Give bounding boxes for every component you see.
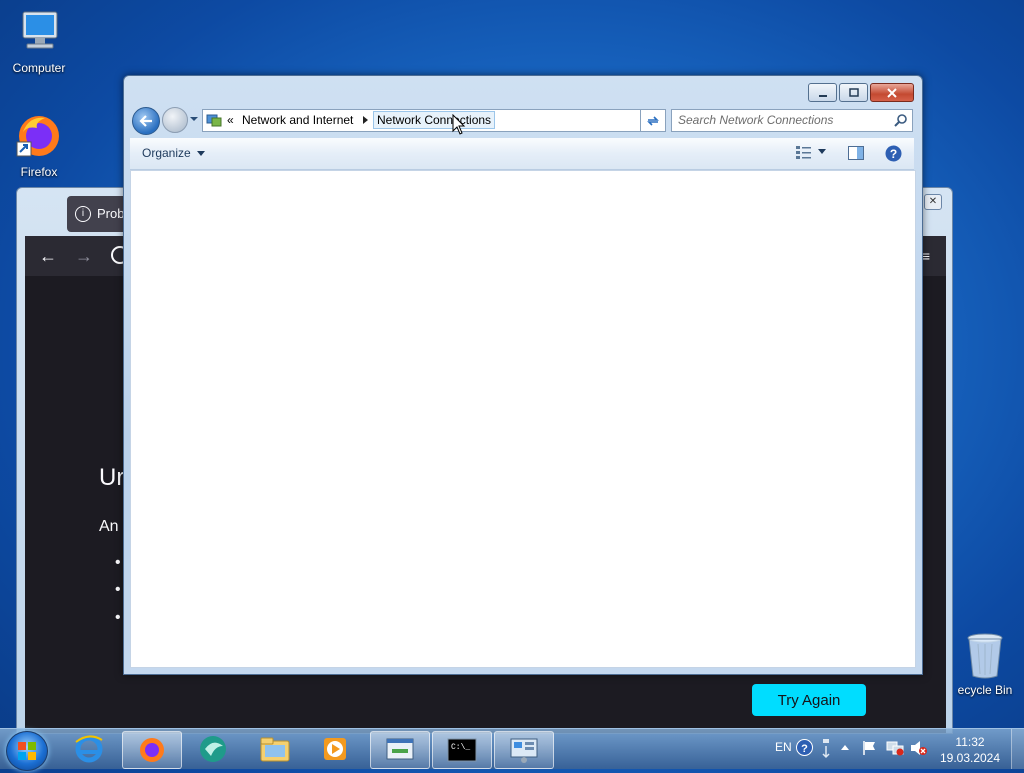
start-button[interactable] [6, 731, 48, 771]
volume-muted-icon[interactable] [910, 740, 928, 756]
breadcrumb-network-connections[interactable]: Network Connections [373, 111, 496, 129]
taskbar: C:\_ EN ? 11:32 19.03.2024 [0, 728, 1024, 771]
address-bar[interactable]: « Network and Internet Network Connectio… [202, 109, 666, 132]
desktop-icon-label: Computer [12, 61, 66, 75]
chevron-down-icon[interactable] [189, 114, 199, 124]
network-folder-icon [206, 114, 222, 127]
list-item: • [115, 554, 121, 571]
close-icon[interactable]: ✕ [924, 194, 942, 210]
chevron-down-icon [818, 149, 826, 154]
internet-explorer-icon [75, 735, 103, 763]
desktop-icon-firefox[interactable]: Firefox [0, 112, 78, 179]
taskbar-network-window[interactable] [370, 731, 430, 769]
svg-text:?: ? [890, 147, 897, 161]
desktop-icon-computer[interactable]: Computer [0, 10, 78, 75]
folder-icon [260, 737, 290, 762]
command-prompt-icon: C:\_ [447, 738, 477, 762]
desktop-icon-label: ecycle Bin [957, 683, 1013, 697]
taskbar-media-player[interactable] [306, 731, 364, 767]
notification-text: Prob [97, 206, 125, 221]
taskbar-internet-explorer[interactable] [60, 731, 118, 767]
firefox-icon [0, 112, 78, 163]
firefox-icon [140, 738, 164, 762]
mouse-cursor-icon [452, 114, 466, 135]
desktop-icon-label: Firefox [20, 165, 58, 179]
svg-text:C:\_: C:\_ [451, 743, 470, 752]
control-panel-icon [510, 738, 538, 763]
forward-button[interactable] [162, 107, 188, 133]
help-icon[interactable]: ? [796, 739, 813, 756]
clock-time: 11:32 [955, 735, 985, 749]
error-heading: Ur [99, 464, 125, 491]
network-disconnected-icon[interactable] [886, 740, 904, 756]
help-button[interactable]: ? [885, 145, 902, 165]
action-center-flag-icon[interactable] [862, 740, 878, 756]
desktop-icon-recycle-bin[interactable]: ecycle Bin [945, 632, 1024, 697]
minimize-button[interactable] [808, 83, 837, 102]
search-input[interactable] [678, 112, 883, 128]
minimize-icon [818, 94, 827, 97]
refresh-icon [647, 115, 659, 126]
show-desktop-button[interactable] [1011, 729, 1024, 769]
clock[interactable]: 11:32 19.03.2024 [938, 734, 1002, 766]
refresh-button[interactable] [640, 109, 666, 132]
taskbar-file-explorer[interactable] [246, 731, 304, 767]
organize-label: Organize [142, 146, 191, 160]
maximize-button[interactable] [839, 83, 868, 102]
network-window-icon [386, 738, 414, 760]
preview-pane-icon [848, 146, 864, 160]
computer-icon [0, 10, 78, 59]
back-icon[interactable]: ← [39, 246, 57, 267]
try-again-button[interactable]: Try Again [752, 684, 866, 716]
change-view-button[interactable] [796, 145, 826, 159]
close-button[interactable] [870, 83, 914, 102]
taskbar-command-prompt[interactable]: C:\_ [432, 731, 492, 769]
error-paragraph: An [99, 518, 119, 535]
caption-buttons [808, 83, 914, 102]
command-bar: Organize ? [130, 138, 914, 170]
search-box[interactable] [671, 109, 913, 132]
show-hidden-icons-icon[interactable] [840, 743, 850, 751]
language-indicator[interactable]: EN [775, 740, 792, 754]
chevron-down-icon [197, 151, 206, 156]
back-button[interactable] [132, 107, 160, 135]
menu-icon[interactable]: ≡ [922, 248, 930, 264]
explorer-window[interactable]: « Network and Internet Network Connectio… [123, 75, 923, 675]
svg-text:?: ? [801, 743, 808, 755]
taskbar-firefox[interactable] [122, 731, 182, 769]
taskbar-app-teal[interactable] [184, 731, 242, 767]
organize-button[interactable]: Organize [142, 146, 206, 160]
preview-pane-button[interactable] [848, 146, 864, 163]
media-player-icon [324, 738, 346, 760]
pen-input-icon[interactable] [820, 737, 832, 759]
clock-date: 19.03.2024 [939, 751, 1001, 765]
breadcrumb-separator-icon[interactable] [363, 116, 368, 124]
taskbar-control-panel[interactable] [494, 731, 554, 769]
search-icon[interactable] [894, 113, 908, 127]
windows-logo-icon [18, 742, 36, 760]
media-app-icon [200, 736, 226, 762]
file-list-pane[interactable] [130, 170, 916, 668]
maximize-icon [848, 87, 859, 97]
forward-icon[interactable]: → [75, 246, 93, 267]
arrow-left-icon [139, 115, 152, 127]
info-icon: i [75, 206, 91, 222]
close-icon [887, 87, 897, 98]
view-details-icon [796, 146, 811, 159]
breadcrumb-network-and-internet[interactable]: Network and Internet [242, 113, 353, 127]
list-item: • [115, 581, 121, 598]
breadcrumb-overflow[interactable]: « [227, 113, 234, 127]
help-icon: ? [885, 145, 902, 162]
list-item: • [115, 609, 121, 626]
recycle-bin-icon [967, 633, 1003, 679]
